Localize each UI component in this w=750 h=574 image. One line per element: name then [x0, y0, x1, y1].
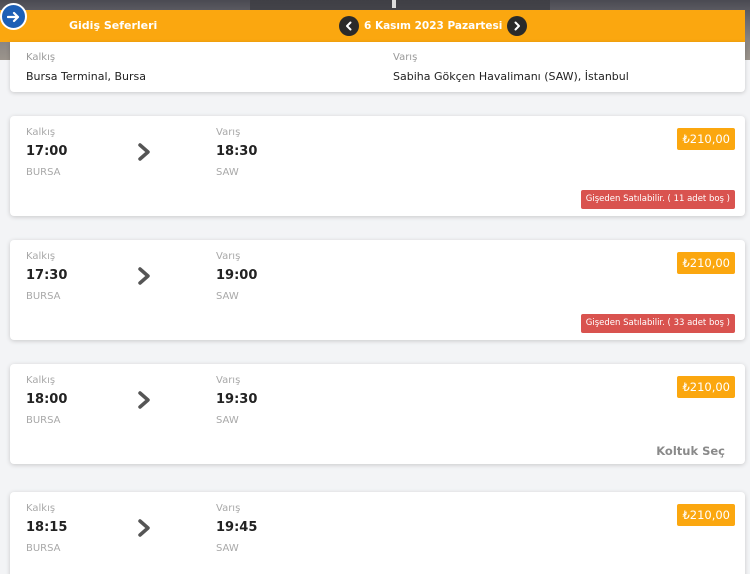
arrival-label: Varış — [216, 375, 241, 386]
trip-card[interactable]: Kalkış 17:00 BURSA Varış 18:30 SAW ₺210,… — [10, 116, 745, 216]
arrival-time: 19:45 — [216, 520, 258, 535]
departure-time: 18:00 — [26, 392, 68, 407]
departure-time: 17:00 — [26, 144, 68, 159]
arrival-code: SAW — [216, 291, 239, 302]
price-badge: ₺210,00 — [677, 376, 735, 398]
trip-card[interactable]: Kalkış 17:30 BURSA Varış 19:00 SAW ₺210,… — [10, 240, 745, 340]
chevron-right-icon — [514, 21, 521, 31]
chevron-left-icon — [346, 21, 352, 31]
price-badge: ₺210,00 — [677, 504, 735, 526]
status-badge: Gişeden Satılabilir. ( 11 adet boş ) — [580, 190, 735, 209]
chevron-right-icon — [138, 143, 150, 161]
date-navigator: 6 Kasım 2023 Pazartesi — [339, 16, 528, 36]
next-day-button[interactable] — [507, 16, 528, 36]
back-button[interactable] — [0, 3, 27, 30]
departure-time: 18:15 — [26, 520, 68, 535]
arrival-time: 19:00 — [216, 268, 258, 283]
arrival-code: SAW — [216, 543, 239, 554]
to-label: Varış — [393, 52, 418, 63]
selected-date: 6 Kasım 2023 Pazartesi — [364, 20, 503, 32]
arrival-label: Varış — [216, 251, 241, 262]
from-label: Kalkış — [26, 52, 56, 63]
chevron-right-icon — [138, 391, 150, 409]
arrival-label: Varış — [216, 503, 241, 514]
departure-label: Kalkış — [26, 503, 56, 514]
arrival-time: 19:30 — [216, 392, 258, 407]
departure-code: BURSA — [26, 415, 61, 426]
price-badge: ₺210,00 — [677, 252, 735, 274]
departure-time: 17:30 — [26, 268, 68, 283]
arrow-right-icon — [6, 11, 19, 22]
road-marking — [392, 0, 396, 8]
chevron-right-icon — [138, 519, 150, 537]
arrival-time: 18:30 — [216, 144, 258, 159]
section-title: Gidiş Seferleri — [69, 19, 158, 32]
from-value: Bursa Terminal, Bursa — [26, 70, 147, 83]
departure-code: BURSA — [26, 167, 61, 178]
departure-label: Kalkış — [26, 375, 56, 386]
to-value: Sabiha Gökçen Havalimanı (SAW), İstanbul — [393, 70, 629, 83]
trip-card[interactable]: Kalkış 18:15 BURSA Varış 19:45 SAW ₺210,… — [10, 492, 745, 574]
prev-day-button[interactable] — [339, 16, 359, 36]
chevron-right-icon — [138, 267, 150, 285]
arrival-label: Varış — [216, 127, 241, 138]
departure-code: BURSA — [26, 543, 61, 554]
departure-label: Kalkış — [26, 251, 56, 262]
arrival-code: SAW — [216, 167, 239, 178]
route-summary: Kalkış Bursa Terminal, Bursa Varış Sabih… — [10, 42, 745, 92]
trip-card[interactable]: Kalkış 18:00 BURSA Varış 19:30 SAW ₺210,… — [10, 364, 745, 464]
status-badge: Gişeden Satılabilir. ( 33 adet boş ) — [580, 314, 735, 333]
price-badge: ₺210,00 — [677, 128, 735, 150]
departure-code: BURSA — [26, 291, 61, 302]
departure-label: Kalkış — [26, 127, 56, 138]
arrival-code: SAW — [216, 415, 239, 426]
select-seat-button[interactable]: Koltuk Seç — [656, 444, 725, 458]
